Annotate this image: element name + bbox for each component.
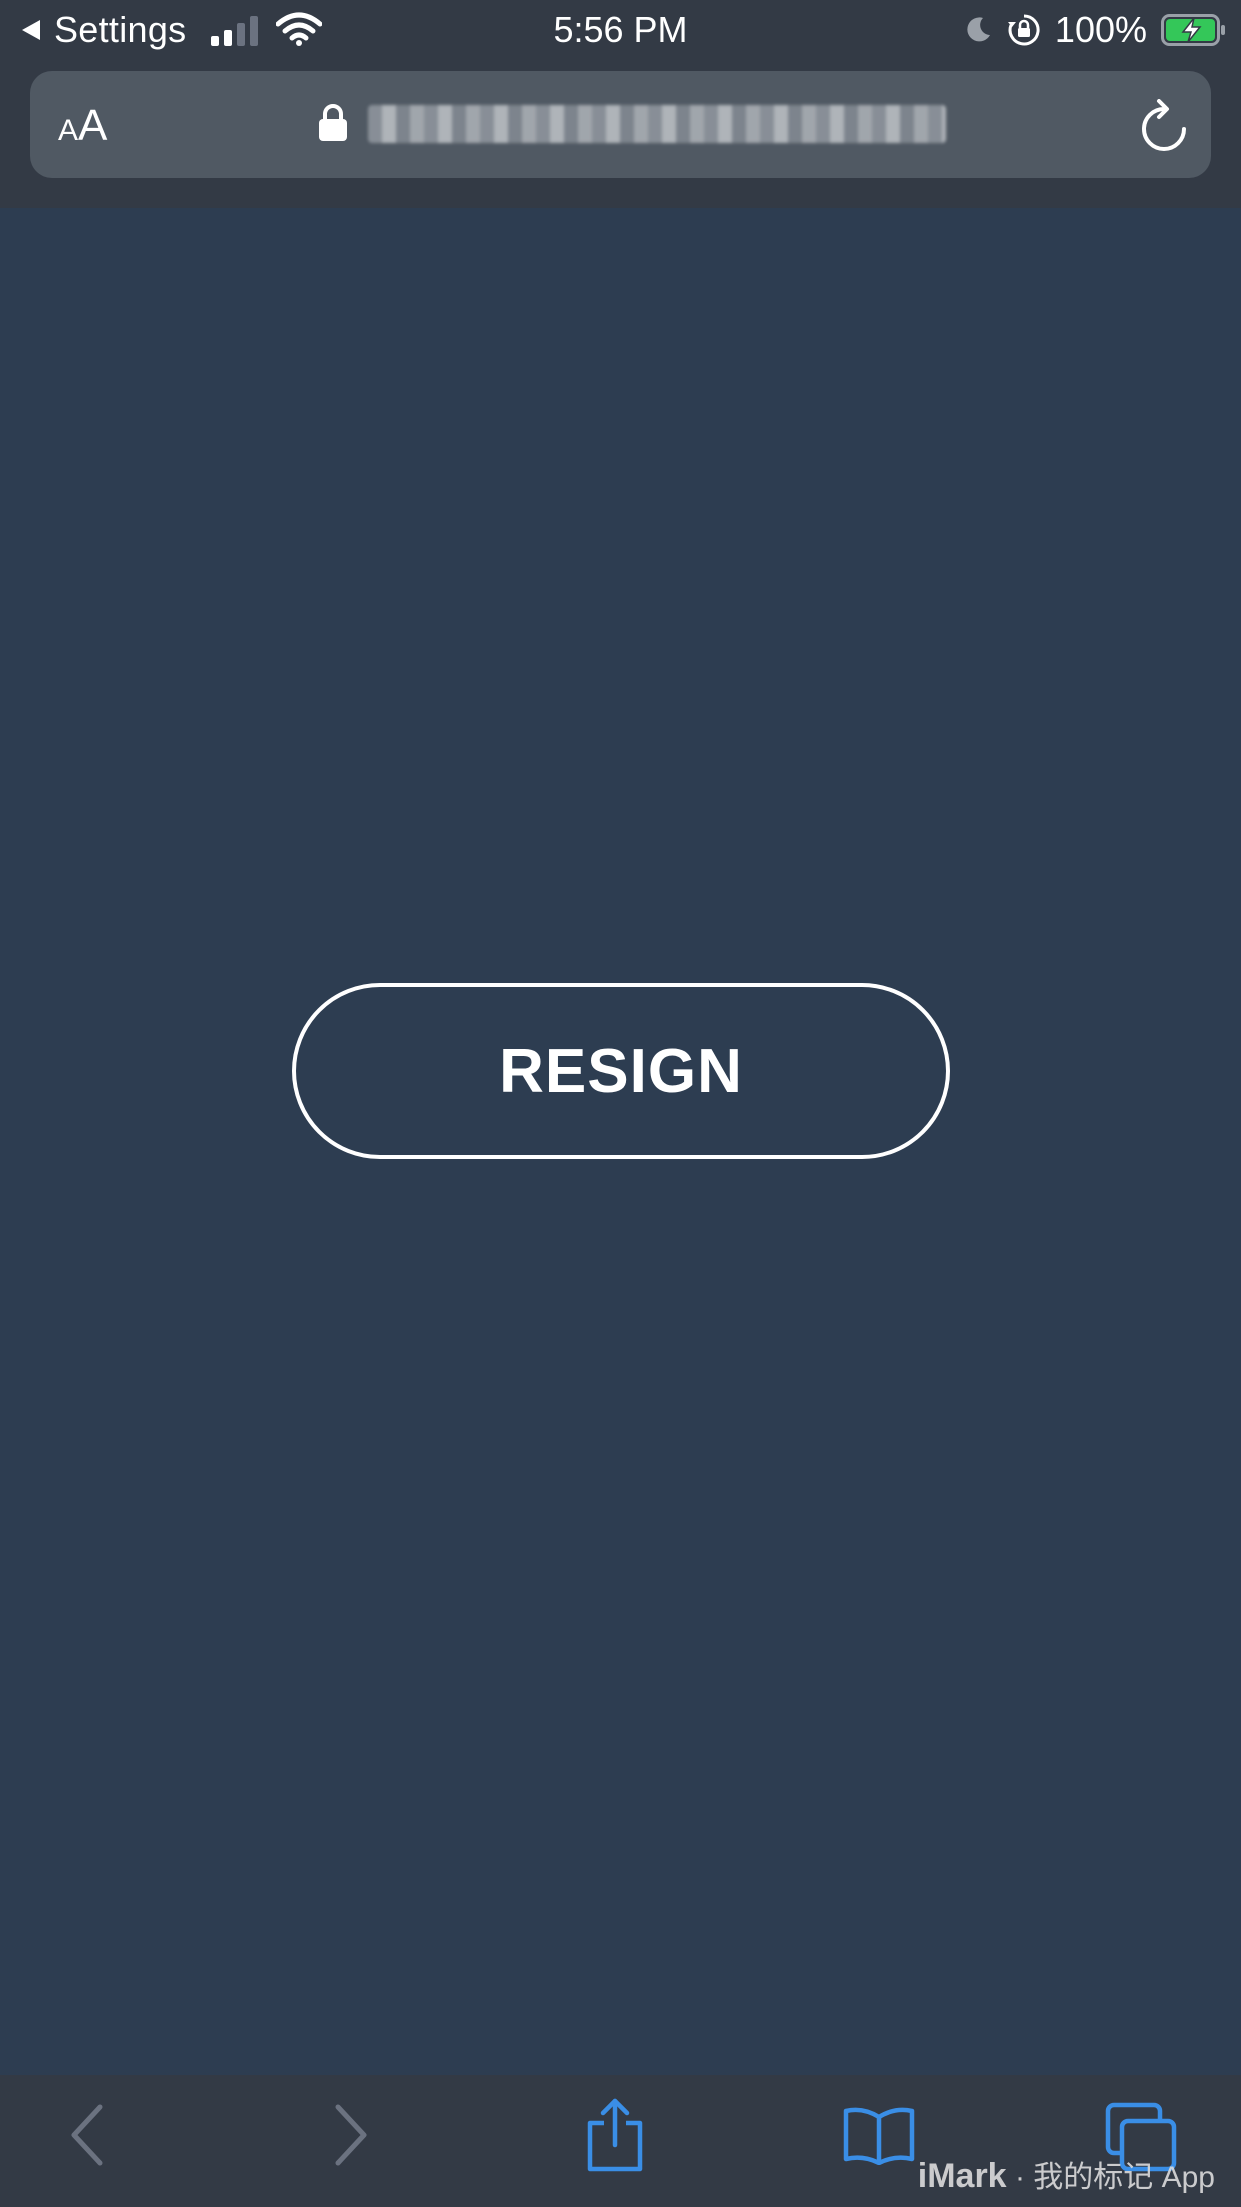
text-size-large-letter: A [78,101,108,150]
reload-icon[interactable] [1139,99,1189,155]
forward-icon[interactable] [330,2103,370,2167]
lock-icon [319,104,347,141]
text-size-button[interactable]: A A [58,101,107,151]
text-size-small-letter: A [58,114,79,147]
moon-icon [967,17,990,42]
back-icon[interactable] [68,2103,108,2167]
watermark: iMark · 我的标记 App [918,2152,1215,2196]
status-bar: Settings 5:56 PM 100% [0,0,1241,62]
resign-button[interactable]: RESIGN [292,983,950,1159]
battery-charging-icon [1161,14,1225,46]
watermark-text: 我的标记 App [1033,2161,1215,2194]
watermark-brand: iMark [917,2157,1007,2195]
address-bar: A A [30,71,1211,178]
battery-percentage: 100% [1054,9,1147,50]
orientation-lock-icon [1007,14,1040,46]
url-field-blurred[interactable] [368,105,946,143]
status-right-group: 100% [949,10,1227,50]
browser-top-chrome: Settings 5:56 PM 100% A A [0,0,1241,208]
bookmarks-icon[interactable] [843,2105,915,2165]
watermark-separator: · [1014,2161,1025,2194]
share-icon[interactable] [584,2097,646,2173]
